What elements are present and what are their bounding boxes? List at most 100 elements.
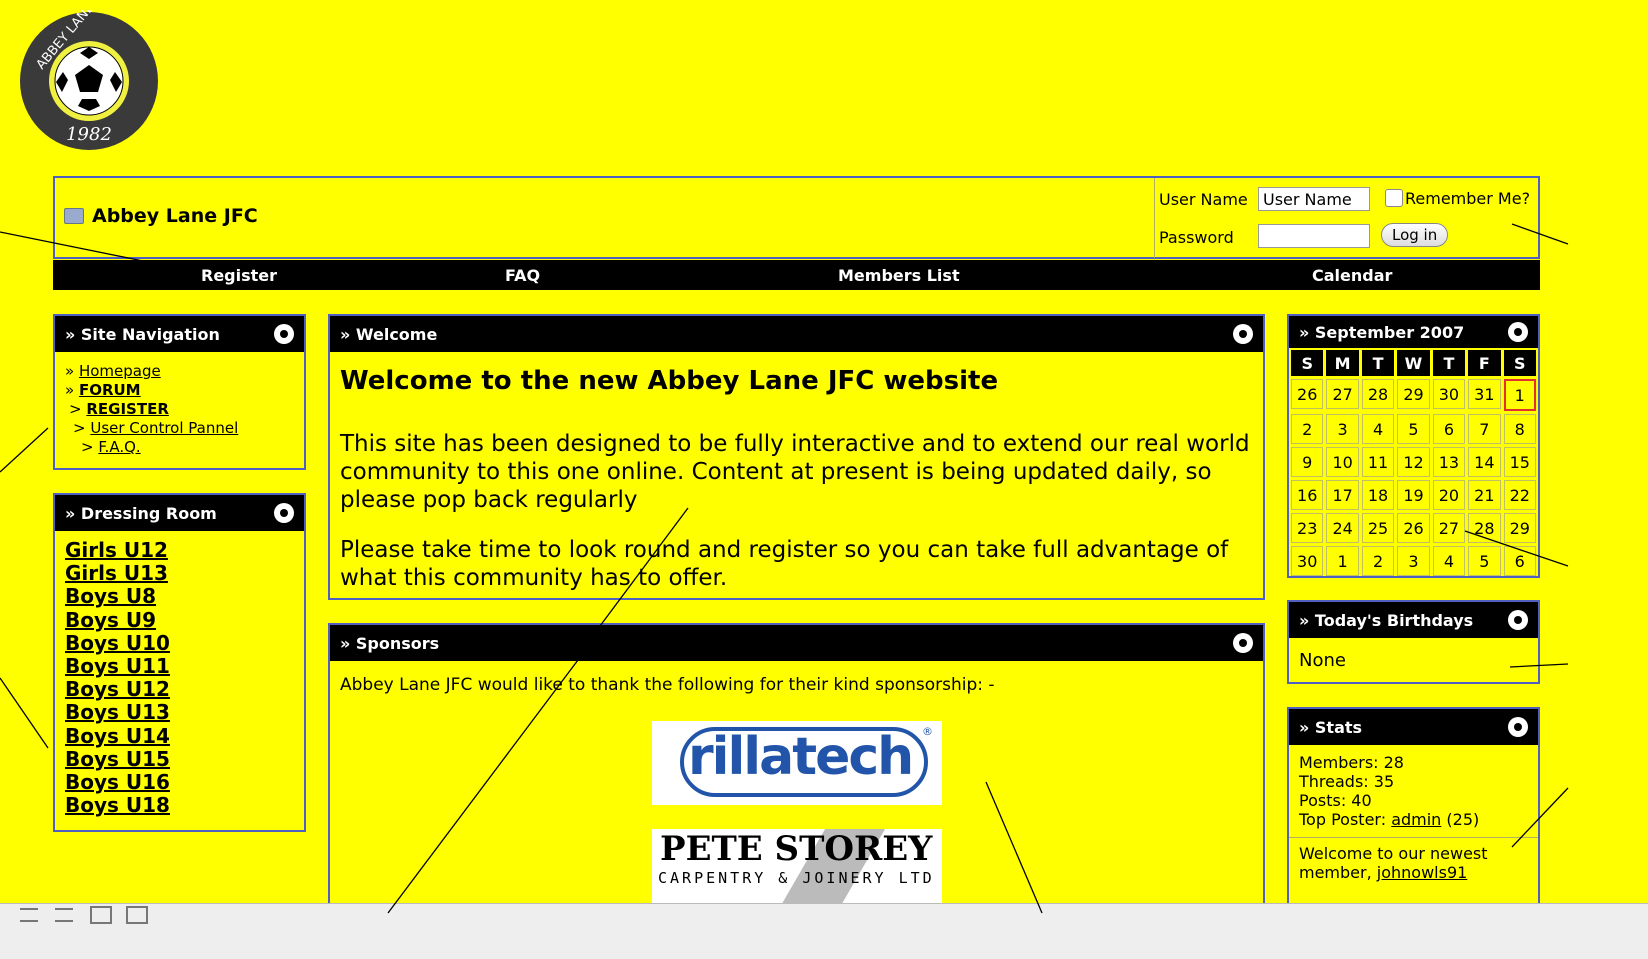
login-button[interactable]: Log in <box>1381 223 1449 247</box>
calendar-grid: S M T W T F S 26 27 28 29 30 31 1 2 3 4 5 6 7 8 9 10 11 12 13 14 15… <box>1289 348 1538 578</box>
calendar-day[interactable]: 27 <box>1432 513 1466 543</box>
calendar-day[interactable]: 2 <box>1291 414 1324 444</box>
calendar-day[interactable]: 4 <box>1361 414 1395 444</box>
gear-icon[interactable] <box>1233 324 1253 344</box>
calendar-day[interactable]: 23 <box>1291 513 1324 543</box>
pete-storey-logo[interactable]: PETE STOREY CARPENTRY & JOINERY LTD <box>652 829 942 909</box>
fullscreen-icon[interactable] <box>126 906 148 924</box>
calendar-day[interactable]: 26 <box>1291 379 1324 409</box>
nav-calendar[interactable]: Calendar <box>1312 266 1392 285</box>
calendar-day[interactable]: 8 <box>1503 414 1536 444</box>
gear-icon[interactable] <box>274 503 294 523</box>
user-control-panel-link[interactable]: User Control Pannel <box>90 419 238 437</box>
calendar-month-title[interactable]: » September 2007 <box>1299 323 1464 342</box>
calendar-day[interactable]: 14 <box>1468 447 1501 477</box>
calendar-day[interactable]: 9 <box>1291 447 1324 477</box>
calendar-day[interactable]: 27 <box>1326 379 1359 409</box>
calendar-day[interactable]: 2 <box>1361 546 1395 576</box>
birthdays-value: None <box>1299 650 1346 671</box>
calendar-day[interactable]: 19 <box>1397 480 1430 510</box>
calendar-day[interactable]: 15 <box>1503 447 1536 477</box>
panel-header: » Today's Birthdays <box>1289 602 1538 638</box>
homepage-link[interactable]: Homepage <box>79 362 161 380</box>
club-logo: 1982 ABBEY LANE J.F.C. <box>18 0 160 152</box>
calendar-day[interactable]: 28 <box>1468 513 1501 543</box>
calendar-day[interactable]: 11 <box>1361 447 1395 477</box>
gear-icon[interactable] <box>1508 610 1528 630</box>
dressing-room-item[interactable]: Boys U16 <box>65 770 304 794</box>
dressing-room-panel: » Dressing Room Girls U12 Girls U13 Boys U… <box>53 493 306 832</box>
calendar-day[interactable]: 3 <box>1326 414 1359 444</box>
calendar-day[interactable]: 21 <box>1468 480 1501 510</box>
dressing-room-item[interactable]: Boys U13 <box>65 701 304 724</box>
calendar-day[interactable]: 4 <box>1432 546 1466 576</box>
dressing-room-item[interactable]: Boys U15 <box>65 747 304 771</box>
calendar-day[interactable]: 3 <box>1397 546 1430 576</box>
calendar-day[interactable]: 28 <box>1361 379 1395 409</box>
dressing-room-item[interactable]: Boys U14 <box>65 724 304 748</box>
calendar-day[interactable]: 5 <box>1468 546 1501 576</box>
rillatech-logo[interactable]: rillatech ® <box>652 721 942 805</box>
calendar-day[interactable]: 24 <box>1326 513 1359 543</box>
gear-icon[interactable] <box>1233 633 1253 653</box>
calendar-day[interactable]: 29 <box>1503 513 1536 543</box>
calendar-day[interactable]: 6 <box>1432 414 1466 444</box>
nav-item-homepage: » Homepage <box>65 362 304 381</box>
calendar-day[interactable]: 5 <box>1397 414 1430 444</box>
calendar-day[interactable]: 31 <box>1468 379 1501 409</box>
calendar-day[interactable]: 30 <box>1291 546 1324 576</box>
panel-title: » Stats <box>1299 717 1363 737</box>
nav-register[interactable]: Register <box>201 266 277 285</box>
calendar-day[interactable]: 30 <box>1432 379 1466 409</box>
nav-item-register: > REGISTER <box>65 400 304 419</box>
dressing-room-item[interactable]: Girls U13 <box>65 562 304 585</box>
register-link[interactable]: REGISTER <box>86 400 169 418</box>
username-input[interactable] <box>1258 187 1370 211</box>
window-icon[interactable] <box>90 906 112 924</box>
site-title[interactable]: Abbey Lane JFC <box>64 205 258 227</box>
panel-header: » Site Navigation <box>55 316 304 352</box>
top-poster-link[interactable]: admin <box>1391 810 1441 829</box>
calendar-day[interactable]: 18 <box>1361 480 1395 510</box>
dressing-room-item[interactable]: Boys U11 <box>65 654 304 678</box>
nav-members-list[interactable]: Members List <box>838 266 960 285</box>
main-nav: Register FAQ Members List Calendar <box>53 260 1540 290</box>
calendar-day[interactable]: 1 <box>1503 379 1536 411</box>
dressing-room-item[interactable]: Boys U10 <box>65 631 304 655</box>
gear-icon[interactable] <box>274 324 294 344</box>
calendar-day[interactable]: 12 <box>1397 447 1430 477</box>
calendar-day[interactable]: 1 <box>1326 546 1359 576</box>
indent-icon[interactable] <box>55 908 73 922</box>
panel-header: » Sponsors <box>330 625 1263 661</box>
dressing-room-item[interactable]: Boys U12 <box>65 678 304 701</box>
dressing-room-item[interactable]: Boys U18 <box>65 794 304 817</box>
welcome-panel: » Welcome Welcome to the new Abbey Lane … <box>328 314 1265 600</box>
newest-member-link[interactable]: johnowls91 <box>1377 863 1468 882</box>
password-input[interactable] <box>1258 224 1370 248</box>
calendar-day[interactable]: 7 <box>1468 414 1501 444</box>
calendar-day[interactable]: 13 <box>1432 447 1466 477</box>
dressing-room-item[interactable]: Boys U8 <box>65 585 304 608</box>
gear-icon[interactable] <box>1508 717 1528 737</box>
gear-icon[interactable] <box>1508 322 1528 342</box>
calendar-day[interactable]: 10 <box>1326 447 1359 477</box>
birthdays-panel: » Today's Birthdays None <box>1287 600 1540 684</box>
registered-mark: ® <box>922 725 933 738</box>
calendar-day[interactable]: 29 <box>1397 379 1430 409</box>
calendar-day[interactable]: 6 <box>1503 546 1536 576</box>
dressing-room-item[interactable]: Boys U9 <box>65 608 304 632</box>
calendar-day[interactable]: 20 <box>1432 480 1466 510</box>
remember-checkbox[interactable] <box>1385 189 1403 207</box>
forum-link[interactable]: FORUM <box>79 381 141 399</box>
sponsors-panel: » Sponsors Abbey Lane JFC would like to … <box>328 623 1265 913</box>
calendar-day[interactable]: 17 <box>1326 480 1359 510</box>
calendar-day[interactable]: 25 <box>1361 513 1395 543</box>
faq-link[interactable]: F.A.Q. <box>98 438 140 456</box>
panel-title: » Welcome <box>340 324 438 344</box>
calendar-day[interactable]: 22 <box>1503 480 1536 510</box>
calendar-day[interactable]: 16 <box>1291 480 1324 510</box>
dressing-room-item[interactable]: Girls U12 <box>65 538 304 562</box>
nav-faq[interactable]: FAQ <box>505 266 540 285</box>
list-view-icon[interactable] <box>20 908 38 922</box>
calendar-day[interactable]: 26 <box>1397 513 1430 543</box>
